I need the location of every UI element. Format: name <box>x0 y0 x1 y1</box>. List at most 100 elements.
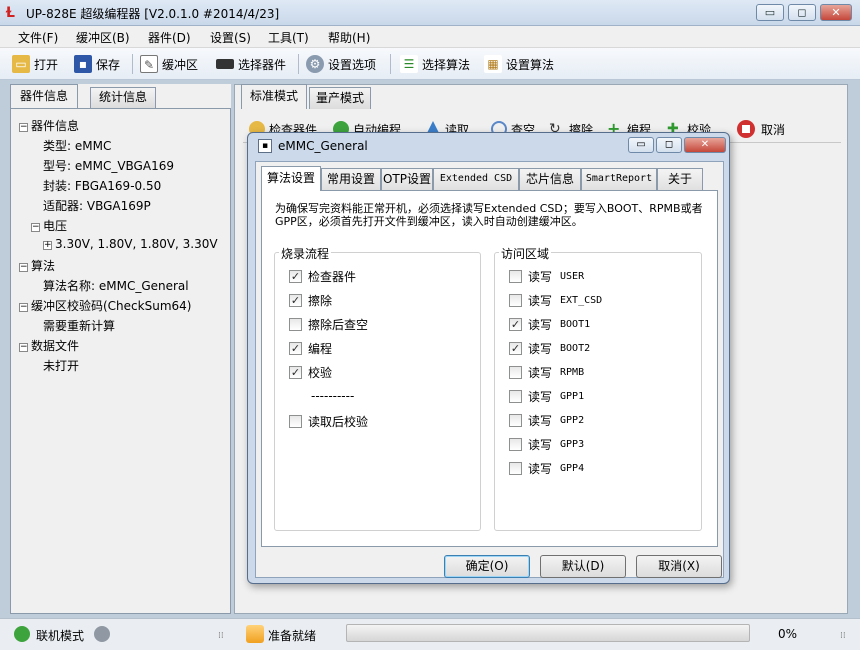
resize-grip-icon[interactable]: ⁞⁞ <box>840 631 846 641</box>
floppy-icon: ▪ <box>74 55 92 73</box>
resize-grip-icon[interactable]: ⁞⁞ <box>218 631 224 641</box>
tab-chip-info[interactable]: 芯片信息 <box>519 168 581 190</box>
expand-icon[interactable]: + <box>43 241 52 250</box>
select-device-button[interactable]: 选择器件 <box>216 54 286 74</box>
collapse-icon[interactable]: − <box>19 123 28 132</box>
checkbox-box[interactable]: ✓ <box>509 318 522 331</box>
tree-node-voltage-values[interactable]: +3.30V, 1.80V, 1.80V, 3.30V <box>43 237 218 251</box>
checkbox-area-gpp3[interactable]: 读写 GPP3 <box>509 436 584 453</box>
tab-otp-settings[interactable]: OTP设置 <box>381 168 433 190</box>
gear-icon: ⚙ <box>306 55 324 73</box>
dialog-minimize-button[interactable]: ▭ <box>628 137 654 153</box>
list-icon: ☰ <box>400 55 418 73</box>
collapse-icon[interactable]: − <box>19 303 28 312</box>
progress-percent: 0% <box>778 627 798 641</box>
cancel-button[interactable]: 取消(X) <box>636 555 722 578</box>
toolbar-divider <box>390 54 391 74</box>
dialog-maximize-button[interactable]: ◻ <box>656 137 682 153</box>
collapse-icon[interactable]: − <box>19 263 28 272</box>
tab-statistics[interactable]: 统计信息 <box>90 87 156 108</box>
checkbox-box[interactable]: ✓ <box>289 270 302 283</box>
checkbox-box[interactable] <box>509 462 522 475</box>
checkbox-box[interactable] <box>509 438 522 451</box>
tab-about[interactable]: 关于 <box>657 168 703 190</box>
checkbox-area-rpmb[interactable]: 读写 RPMB <box>509 364 584 381</box>
tree-node-checksum[interactable]: − 缓冲区校验码(CheckSum64) <box>19 297 191 314</box>
checkbox-box[interactable] <box>509 366 522 379</box>
checkbox-box[interactable]: ✓ <box>289 342 302 355</box>
checkbox-box[interactable] <box>289 415 302 428</box>
menu-device[interactable]: 器件(D) <box>148 29 191 46</box>
default-button[interactable]: 默认(D) <box>540 555 626 578</box>
tab-common-settings[interactable]: 常用设置 <box>321 168 381 190</box>
checkbox-check-device[interactable]: ✓ 检查器件 <box>289 268 356 285</box>
setup-algorithm-button[interactable]: ▦ 设置算法 <box>484 54 554 74</box>
checkbox-area-gpp4[interactable]: 读写 GPP4 <box>509 460 584 477</box>
close-button[interactable]: ✕ <box>820 4 852 21</box>
area-name: GPP2 <box>560 415 585 426</box>
checkbox-box[interactable]: ✓ <box>289 366 302 379</box>
algorithm-dialog: ▪ eMMC_General ▭ ◻ ✕ 算法设置 常用设置 OTP设置 Ext… <box>247 132 730 584</box>
checkbox-area-ext-csd[interactable]: 读写 EXT_CSD <box>509 292 602 309</box>
tab-smart-report[interactable]: SmartReport <box>581 168 657 190</box>
menu-buffer[interactable]: 缓冲区(B) <box>76 29 130 46</box>
checkbox-area-gpp1[interactable]: 读写 GPP1 <box>509 388 584 405</box>
area-prefix: 读写 <box>528 270 553 284</box>
checkbox-box[interactable]: ✓ <box>289 294 302 307</box>
settings-button[interactable]: ⚙ 设置选项 <box>306 54 376 74</box>
tree-item-model: 型号: eMMC_VBGA169 <box>43 159 174 173</box>
save-button[interactable]: ▪ 保存 <box>74 54 120 74</box>
checkbox-blank-after-erase[interactable]: 擦除后查空 <box>289 316 368 333</box>
tab-device-info[interactable]: 器件信息 <box>10 84 78 108</box>
device-info-tree: − 器件信息 类型: eMMC 型号: eMMC_VBGA169 封装: FBGA… <box>10 108 231 614</box>
minimize-button[interactable]: ▭ <box>756 4 784 21</box>
menu-tools[interactable]: 工具(T) <box>268 29 309 46</box>
open-label: 打开 <box>34 57 59 72</box>
ok-button[interactable]: 确定(O) <box>444 555 530 578</box>
collapse-icon[interactable]: − <box>31 223 40 232</box>
checkbox-box[interactable]: ✓ <box>509 342 522 355</box>
buffer-button[interactable]: ✎ 缓冲区 <box>140 54 198 74</box>
cancel-operation-button[interactable]: 取消 <box>737 119 785 139</box>
area-prefix: 读写 <box>528 462 553 476</box>
tree-node-data-file[interactable]: − 数据文件 <box>19 337 79 354</box>
checkbox-area-gpp2[interactable]: 读写 GPP2 <box>509 412 584 429</box>
tree-node-device-info[interactable]: − 器件信息 <box>19 117 79 134</box>
area-name: GPP3 <box>560 439 585 450</box>
tab-algorithm-settings[interactable]: 算法设置 <box>261 166 321 191</box>
maximize-button[interactable]: ◻ <box>788 4 816 21</box>
tree-item-checksum-value: 需要重新计算 <box>43 319 116 333</box>
select-algorithm-label: 选择算法 <box>422 57 471 72</box>
dialog-close-button[interactable]: ✕ <box>684 137 726 153</box>
menu-help[interactable]: 帮助(H) <box>328 29 370 46</box>
menu-file[interactable]: 文件(F) <box>18 29 58 46</box>
tab-mass-production[interactable]: 量产模式 <box>309 87 371 109</box>
checkbox-erase[interactable]: ✓ 擦除 <box>289 292 332 309</box>
checkbox-box[interactable] <box>509 414 522 427</box>
collapse-icon[interactable]: − <box>19 343 28 352</box>
checkbox-box[interactable] <box>509 270 522 283</box>
open-button[interactable]: ▭ 打开 <box>12 54 58 74</box>
tree-item-package: 封装: FBGA169-0.50 <box>43 179 162 193</box>
checkbox-area-boot1[interactable]: ✓ 读写 BOOT1 <box>509 316 590 333</box>
checkbox-box[interactable] <box>509 294 522 307</box>
area-prefix: 读写 <box>528 366 553 380</box>
checkbox-area-boot2[interactable]: ✓ 读写 BOOT2 <box>509 340 590 357</box>
tab-extended-csd[interactable]: Extended CSD <box>433 168 519 190</box>
chip-icon <box>216 59 234 69</box>
checkbox-box[interactable] <box>289 318 302 331</box>
toolbar: ▭ 打开 ▪ 保存 ✎ 缓冲区 选择器件 ⚙ 设置选项 ☰ 选择算法 ▦ 设置算法 <box>0 48 860 80</box>
checkbox-box[interactable] <box>509 390 522 403</box>
toolbar-divider <box>132 54 133 74</box>
checkbox-verify-after-read[interactable]: 读取后校验 <box>289 413 368 430</box>
select-algorithm-button[interactable]: ☰ 选择算法 <box>400 54 470 74</box>
checkbox-verify[interactable]: ✓ 校验 <box>289 364 332 381</box>
menu-settings[interactable]: 设置(S) <box>210 29 251 46</box>
tree-node-voltage[interactable]: − 电压 <box>31 217 67 234</box>
checkbox-program[interactable]: ✓ 编程 <box>289 340 332 357</box>
checkbox-area-user[interactable]: 读写 USER <box>509 268 584 285</box>
grid-icon: ▦ <box>484 55 502 73</box>
tab-standard-mode[interactable]: 标准模式 <box>241 84 307 109</box>
ready-icon <box>246 625 264 643</box>
tree-node-algorithm[interactable]: − 算法 <box>19 257 55 274</box>
